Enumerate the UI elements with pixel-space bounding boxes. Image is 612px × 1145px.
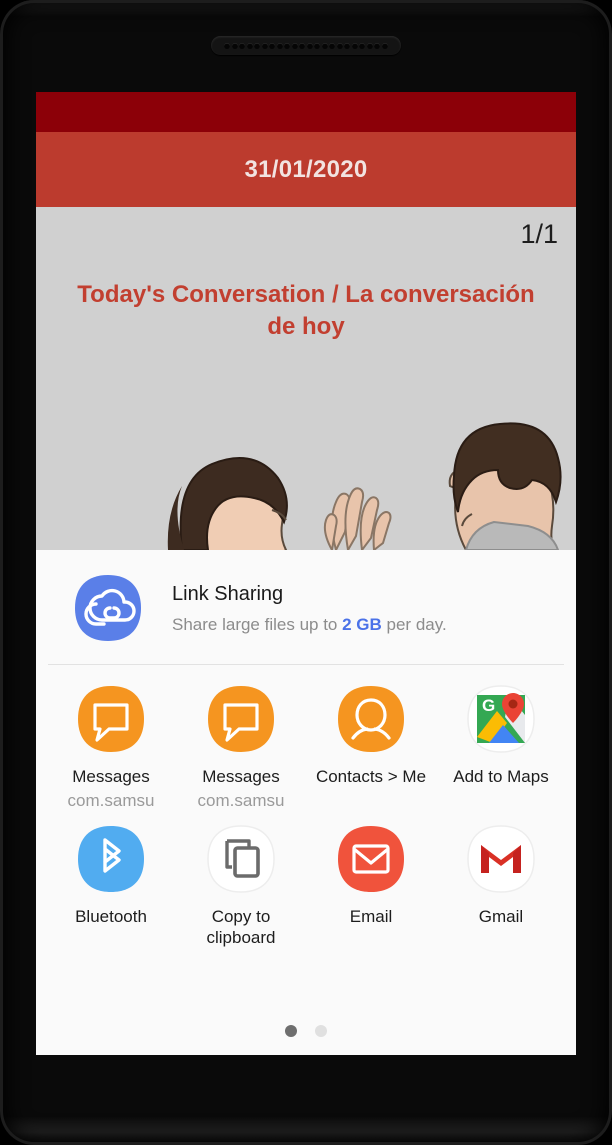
earpiece-hole: [239, 42, 246, 49]
share-target-label: Bluetooth: [75, 907, 147, 927]
earpiece-hole: [261, 42, 268, 49]
earpiece-hole: [344, 42, 351, 49]
earpiece-hole: [374, 42, 381, 49]
link-sharing-subtitle: Share large files up to 2 GB per day.: [172, 615, 447, 635]
phone-bottom-bezel: [0, 1117, 612, 1145]
link-sharing-subtitle-before: Share large files up to: [172, 614, 343, 634]
page-title: Today's Conversation / La conversación d…: [77, 281, 535, 340]
content-area: 1/1 Today's Conversation / La conversaci…: [36, 207, 576, 550]
earpiece-hole: [299, 42, 306, 49]
earpiece-hole: [269, 42, 276, 49]
earpiece-hole: [231, 42, 238, 49]
share-target[interactable]: Gmail: [436, 823, 566, 948]
share-target[interactable]: Contacts > Me: [306, 683, 436, 811]
link-sharing-row[interactable]: Link Sharing Share large files up to 2 G…: [36, 550, 576, 664]
share-target-label: Gmail: [478, 907, 524, 927]
earpiece-hole: [254, 42, 261, 49]
email-icon: [338, 826, 404, 893]
share-sheet: Link Sharing Share large files up to 2 G…: [36, 550, 576, 1055]
earpiece-hole: [291, 42, 298, 49]
share-target[interactable]: Bluetooth: [46, 823, 176, 948]
share-target-label: Contacts > Me: [315, 767, 427, 786]
earpiece-hole: [246, 42, 253, 49]
earpiece-hole: [284, 42, 291, 49]
link-sharing-quota: 2 GB: [342, 614, 382, 634]
share-target-label: Messages: [202, 767, 280, 786]
earpiece-hole: [381, 42, 388, 49]
share-target[interactable]: Messages com.samsu: [176, 683, 306, 811]
page-dot-active[interactable]: [285, 1025, 297, 1037]
share-target[interactable]: Copy to clipboard: [176, 823, 306, 948]
earpiece-hole: [224, 42, 231, 49]
page-indicator[interactable]: [36, 1025, 576, 1037]
earpiece-hole: [359, 42, 366, 49]
earpiece-hole: [321, 42, 328, 49]
share-target-grid: Messages com.samsu Messages com.samsu Contac…: [36, 665, 576, 949]
date-title: 31/01/2020: [244, 155, 368, 183]
link-sharing-title: Link Sharing: [172, 582, 284, 605]
phone-top-bezel: [0, 0, 612, 16]
earpiece-hole: [366, 42, 373, 49]
earpiece-hole: [314, 42, 321, 49]
share-target[interactable]: Messages com.samsu: [46, 683, 176, 811]
page-counter: 1/1: [520, 219, 558, 249]
messages-icon: [208, 686, 274, 752]
share-target[interactable]: G Add to Maps: [436, 683, 566, 811]
earpiece-hole: [336, 42, 343, 49]
link-sharing-subtitle-after: per day.: [381, 614, 447, 634]
phone-screen: 31/01/2020 1/1 Today's Conversation / La…: [36, 92, 576, 1055]
share-target[interactable]: Email: [306, 823, 436, 948]
status-bar: [36, 92, 576, 132]
earpiece-hole: [329, 42, 336, 49]
earpiece-speaker: [211, 36, 401, 55]
share-target-sublabel: com.samsu: [197, 790, 285, 810]
bluetooth-icon: [78, 826, 144, 893]
messages-icon: [78, 686, 144, 752]
share-target-label: Copy to clipboard: [206, 907, 276, 947]
page-dot[interactable]: [315, 1025, 327, 1037]
share-target-label: Add to Maps: [453, 767, 549, 786]
share-target-label: Email: [349, 907, 393, 927]
earpiece-hole: [351, 42, 358, 49]
svg-text:G: G: [482, 696, 495, 715]
share-target-label: Messages: [72, 767, 150, 786]
action-bar: 31/01/2020: [36, 132, 576, 207]
cloud-link-icon: [75, 575, 141, 641]
earpiece-hole: [306, 42, 313, 49]
share-target-sublabel: com.samsu: [67, 790, 155, 810]
copy-clipboard-icon: [207, 825, 275, 893]
google-maps-icon: G: [467, 685, 535, 753]
contacts-icon: [338, 686, 404, 752]
conversation-illustration: [36, 390, 576, 550]
phone-device: 31/01/2020 1/1 Today's Conversation / La…: [0, 0, 612, 1145]
earpiece-hole: [276, 42, 283, 49]
gmail-icon: [467, 825, 535, 893]
